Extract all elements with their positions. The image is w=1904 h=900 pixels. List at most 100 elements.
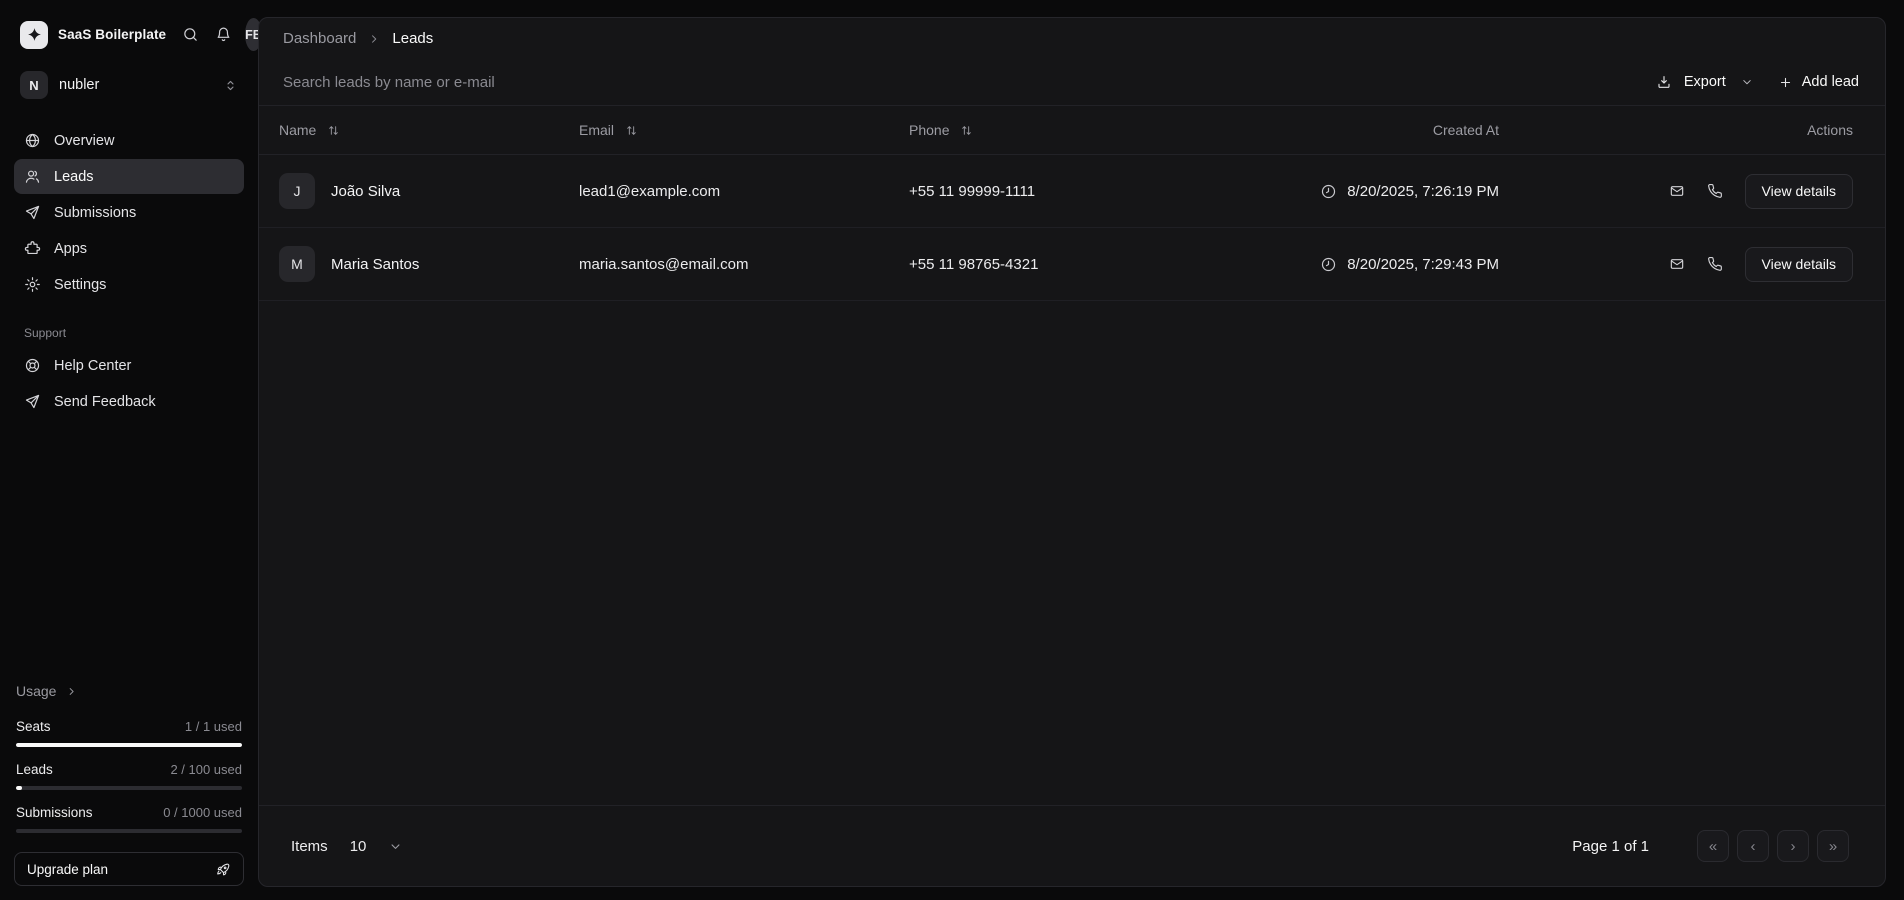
chevrons-up-down-icon (223, 78, 238, 93)
table-header: Name Email Phone Created At Actions (259, 106, 1885, 155)
last-page-button[interactable]: » (1817, 830, 1849, 862)
first-page-button[interactable]: « (1697, 830, 1729, 862)
items-label: Items (291, 838, 328, 855)
column-label: Phone (909, 122, 949, 138)
lead-phone: +55 11 98765-4321 (909, 256, 1159, 273)
sort-icon (960, 124, 973, 137)
lead-actions-cell: View details (1499, 174, 1865, 209)
chevron-down-icon (388, 839, 403, 854)
sidebar-item-label: Help Center (54, 358, 131, 374)
users-icon (24, 168, 41, 185)
column-label: Email (579, 122, 614, 138)
column-header-created-at: Created At (1159, 122, 1499, 138)
mail-icon (1669, 256, 1685, 272)
sort-icon (625, 124, 638, 137)
add-lead-button[interactable]: Add lead (1766, 66, 1871, 98)
workspace-avatar: N (20, 71, 48, 99)
search-icon (182, 26, 199, 43)
lead-actions-cell: View details (1499, 247, 1865, 282)
sidebar-item-leads[interactable]: Leads (14, 159, 244, 194)
items-per-page-select[interactable] (388, 839, 403, 854)
breadcrumb-leads: Leads (392, 30, 433, 47)
add-lead-label: Add lead (1802, 74, 1859, 90)
sidebar-item-label: Apps (54, 241, 87, 257)
rocket-icon (216, 862, 231, 877)
sort-name-button[interactable] (327, 124, 340, 137)
meter-label: Leads (16, 762, 53, 777)
meter-value: 0 / 1000 used (163, 805, 242, 820)
sidebar-nav: Overview Leads Submissions Apps Settings (14, 123, 244, 302)
previous-page-button[interactable]: ‹ (1737, 830, 1769, 862)
pagination-buttons: « ‹ › » (1697, 830, 1849, 862)
sort-email-button[interactable] (625, 124, 638, 137)
send-icon (24, 393, 41, 410)
send-icon (24, 204, 41, 221)
view-details-button[interactable]: View details (1745, 247, 1853, 282)
lead-avatar: M (279, 246, 315, 282)
items-per-page-value[interactable]: 10 (350, 838, 367, 855)
meter-label: Seats (16, 719, 51, 734)
lead-name-cell: M Maria Santos (279, 246, 579, 282)
lead-email: maria.santos@email.com (579, 256, 909, 273)
sidebar-item-label: Send Feedback (54, 394, 156, 410)
sidebar-item-send-feedback[interactable]: Send Feedback (14, 384, 244, 419)
sort-phone-button[interactable] (960, 124, 973, 137)
view-details-button[interactable]: View details (1745, 174, 1853, 209)
lead-created-at: 8/20/2025, 7:29:43 PM (1347, 256, 1499, 273)
breadcrumb-dashboard[interactable]: Dashboard (283, 30, 356, 47)
phone-icon (1707, 256, 1723, 272)
sidebar-item-overview[interactable]: Overview (14, 123, 244, 158)
bell-icon (215, 26, 232, 43)
lead-name: João Silva (331, 183, 400, 200)
search-button[interactable] (182, 26, 199, 43)
lead-created-at: 8/20/2025, 7:26:19 PM (1347, 183, 1499, 200)
chevron-down-icon (1740, 75, 1754, 89)
upgrade-plan-label: Upgrade plan (27, 862, 108, 877)
notifications-button[interactable] (215, 26, 232, 43)
email-lead-button[interactable] (1661, 248, 1693, 280)
call-lead-button[interactable] (1699, 248, 1731, 280)
call-lead-button[interactable] (1699, 175, 1731, 207)
sidebar-item-label: Overview (54, 133, 114, 149)
clock-icon (1320, 256, 1337, 273)
download-icon (1656, 74, 1672, 90)
phone-icon (1707, 183, 1723, 199)
chevron-right-icon (65, 685, 78, 698)
progress-track (16, 786, 242, 790)
export-label: Export (1684, 74, 1726, 90)
progress-fill (16, 743, 242, 747)
pagination: Page 1 of 1 « ‹ › » (1572, 830, 1849, 862)
column-header-phone: Phone (909, 122, 1159, 138)
usage-label: Usage (16, 683, 56, 699)
progress-fill (16, 786, 22, 790)
lead-created-at-cell: 8/20/2025, 7:26:19 PM (1159, 183, 1499, 200)
sidebar-item-label: Leads (54, 169, 94, 185)
workspace-switcher[interactable]: N nubler (14, 71, 244, 99)
meter-value: 2 / 100 used (170, 762, 242, 777)
sidebar-item-submissions[interactable]: Submissions (14, 195, 244, 230)
table-footer: Items 10 Page 1 of 1 « ‹ › » (259, 805, 1885, 886)
export-button[interactable]: Export (1644, 66, 1766, 98)
lead-name: Maria Santos (331, 256, 419, 273)
sidebar-item-label: Submissions (54, 205, 136, 221)
main-panel: Dashboard Leads Export Add lead Name Ema… (258, 17, 1886, 887)
search-input[interactable] (283, 74, 1644, 91)
column-header-name: Name (279, 122, 579, 138)
sidebar-item-apps[interactable]: Apps (14, 231, 244, 266)
usage-link[interactable]: Usage (14, 683, 244, 699)
meter-label: Submissions (16, 805, 93, 820)
sparkle-logo-icon (26, 26, 43, 43)
lead-avatar: J (279, 173, 315, 209)
usage-meter-seats: Seats 1 / 1 used (14, 719, 244, 747)
email-lead-button[interactable] (1661, 175, 1693, 207)
puzzle-icon (24, 240, 41, 257)
sidebar-item-help-center[interactable]: Help Center (14, 348, 244, 383)
sidebar-item-settings[interactable]: Settings (14, 267, 244, 302)
workspace-name: nubler (59, 77, 223, 93)
lead-email: lead1@example.com (579, 183, 909, 200)
column-label: Created At (1433, 122, 1499, 138)
table-row: M Maria Santos maria.santos@email.com +5… (259, 228, 1885, 301)
upgrade-plan-button[interactable]: Upgrade plan (14, 852, 244, 886)
next-page-button[interactable]: › (1777, 830, 1809, 862)
sidebar: SaaS Boilerplate FB N nubler Overview Le… (0, 0, 258, 900)
